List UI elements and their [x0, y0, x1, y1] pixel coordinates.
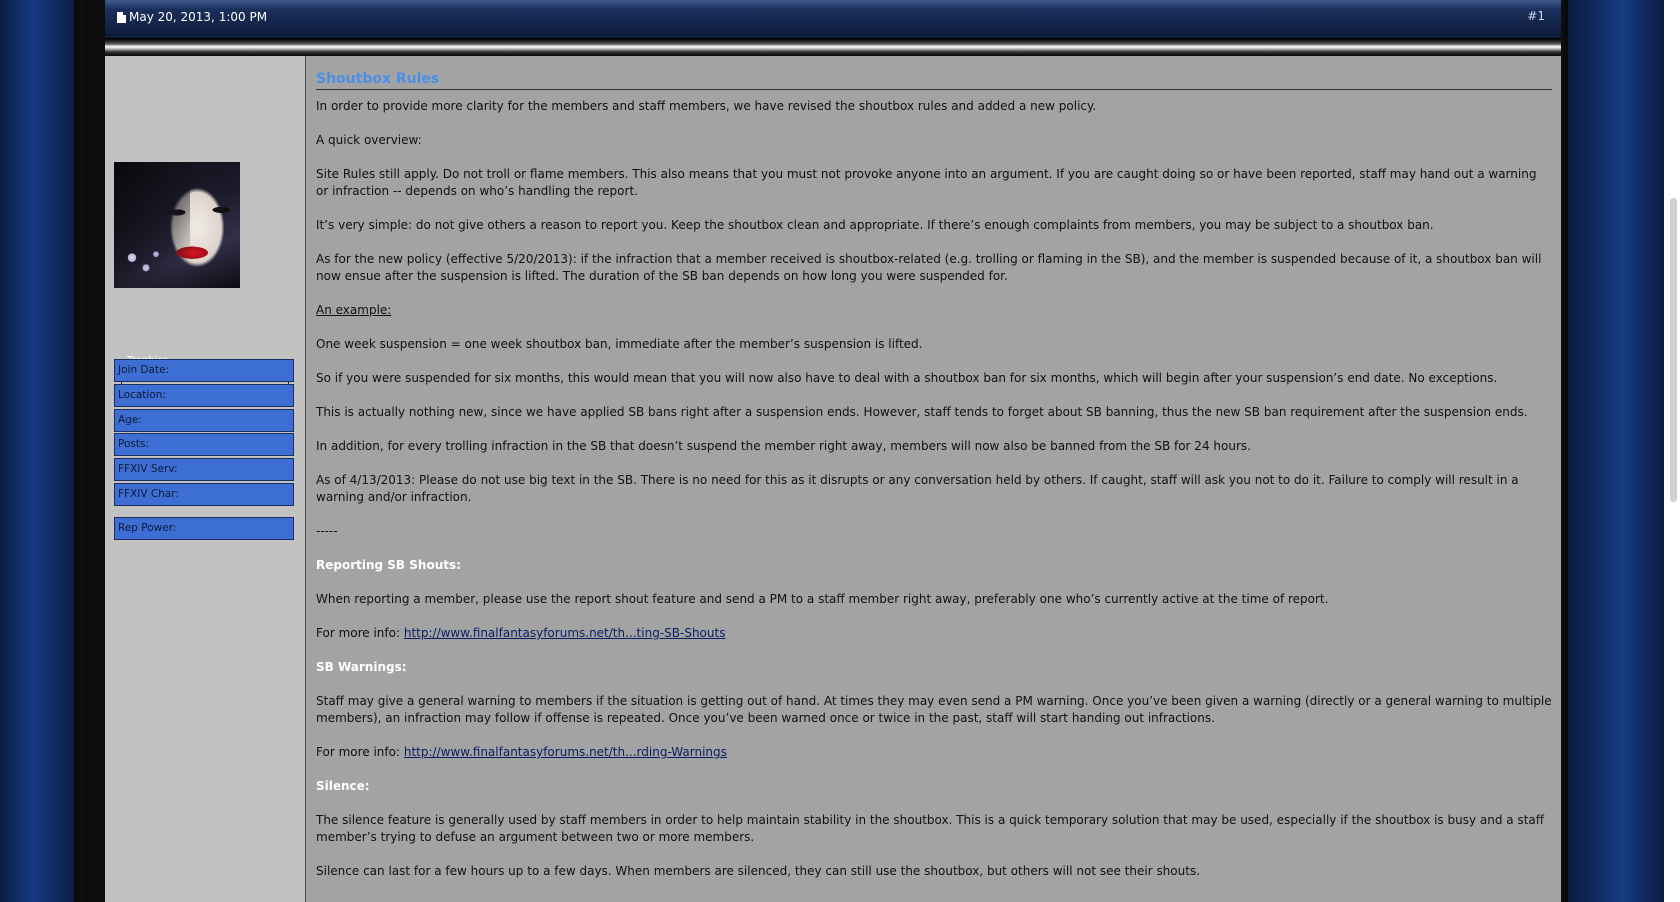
heading-reporting: Reporting SB Shouts:	[316, 558, 461, 572]
ffxiv-server-field: FFXIV Serv:	[114, 458, 294, 481]
post-paragraph-site-rules: Site Rules still apply. Do not troll or …	[316, 167, 1537, 198]
post-body: Shoutbox Rules In order to provide more …	[316, 70, 1552, 897]
post-paragraph-nothing-new: This is actually nothing new, since we h…	[316, 405, 1528, 419]
rep-power-field: Rep Power:	[114, 517, 294, 540]
post-paragraph-policy: As for the new policy (effective 5/20/20…	[316, 252, 1542, 283]
post-paragraph-overview: A quick overview:	[316, 133, 422, 147]
warnings-link[interactable]: http://www.finalfantasyforums.net/th...r…	[404, 745, 727, 759]
heading-silence: Silence:	[316, 779, 370, 793]
ffxiv-character-field: FFXIV Char:	[114, 483, 294, 506]
more-info-label: For more info:	[316, 626, 401, 640]
post-date-text: May 20, 2013, 1:00 PM	[129, 10, 268, 24]
post-date: May 20, 2013, 1:00 PM	[117, 10, 267, 24]
post-title: Shoutbox Rules	[316, 70, 1552, 90]
post-icon	[117, 11, 126, 23]
reporting-link[interactable]: http://www.finalfantasyforums.net/th...t…	[404, 626, 726, 640]
post-number-link[interactable]: #1	[1527, 9, 1545, 23]
heading-warnings: SB Warnings:	[316, 660, 407, 674]
post-content-area: Shoutbox Rules In order to provide more …	[306, 56, 1561, 902]
post-paragraph-silence: The silence feature is generally used by…	[316, 813, 1545, 844]
join-date-field: Join Date:	[114, 359, 294, 382]
post-paragraph-trolling: In addition, for every trolling infracti…	[316, 439, 1251, 453]
more-info-reporting: For more info: http://www.finalfantasyfo…	[316, 625, 1552, 642]
user-avatar[interactable]	[114, 162, 240, 288]
more-info-warnings: For more info: http://www.finalfantasyfo…	[316, 744, 1552, 761]
post-header: May 20, 2013, 1:00 PM #1	[105, 0, 1561, 39]
example-heading: An example:	[316, 303, 392, 317]
more-info-label: For more info:	[316, 745, 401, 759]
user-info-panel: Trophies Join Date: Location: Age: Posts…	[105, 56, 306, 902]
post-paragraph-silence-duration: Silence can last for a few hours up to a…	[316, 864, 1201, 878]
post-paragraph-intro: In order to provide more clarity for the…	[316, 99, 1097, 113]
post-paragraph-reporting: When reporting a member, please use the …	[316, 592, 1329, 606]
page-background-right	[1560, 0, 1664, 902]
post-paragraph-big-text: As of 4/13/2013: Please do not use big t…	[316, 473, 1519, 504]
header-divider	[105, 40, 1561, 55]
page-background-left	[0, 0, 82, 902]
post-paragraph-six-months: So if you were suspended for six months,…	[316, 371, 1498, 385]
separator-text: -----	[316, 524, 338, 538]
post-paragraph-simple: It’s very simple: do not give others a r…	[316, 218, 1434, 232]
age-field: Age:	[114, 409, 294, 432]
scrollbar-thumb[interactable]	[1670, 198, 1677, 502]
posts-field: Posts:	[114, 433, 294, 456]
location-field: Location:	[114, 384, 294, 407]
post-paragraph-example: One week suspension = one week shoutbox …	[316, 337, 923, 351]
post-paragraph-warnings: Staff may give a general warning to memb…	[316, 694, 1552, 725]
